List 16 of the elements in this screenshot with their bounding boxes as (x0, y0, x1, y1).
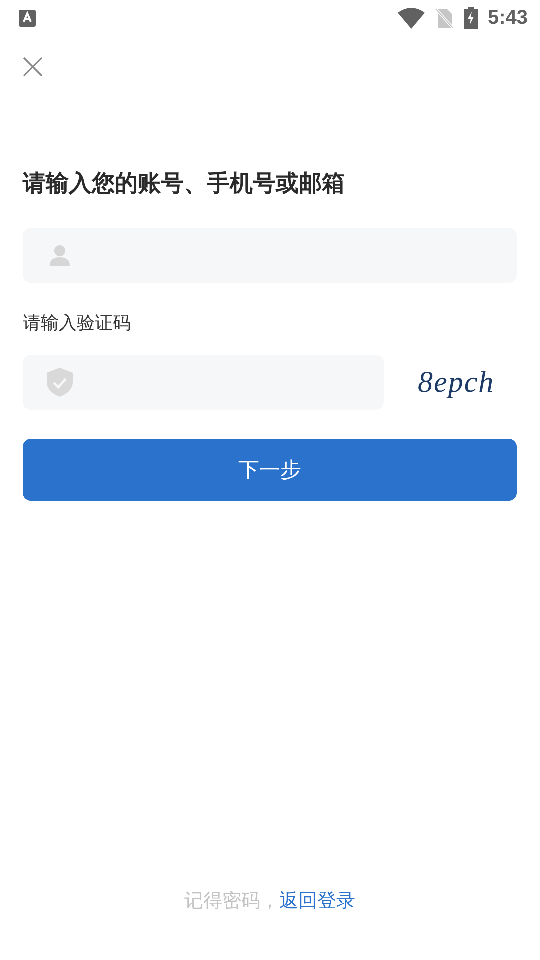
close-icon[interactable] (23, 57, 43, 77)
page-title: 请输入您的账号、手机号或邮箱 (23, 170, 346, 199)
battery-charging-icon (464, 7, 478, 29)
keyboard-icon (19, 10, 36, 26)
wifi-icon (398, 8, 425, 28)
captcha-field[interactable] (23, 355, 384, 410)
user-icon (50, 245, 70, 266)
captcha-image[interactable]: 8epch (418, 364, 495, 400)
account-field[interactable] (23, 228, 517, 283)
shield-check-icon (47, 368, 73, 397)
clock-time: 5:43 (488, 6, 528, 30)
next-button[interactable]: 下一步 (23, 439, 517, 501)
captcha-label: 请输入验证码 (23, 312, 132, 336)
no-sim-icon (434, 8, 454, 28)
footer-text: 记得密码， (184, 890, 280, 912)
back-to-login-link[interactable]: 返回登录 (280, 890, 356, 912)
